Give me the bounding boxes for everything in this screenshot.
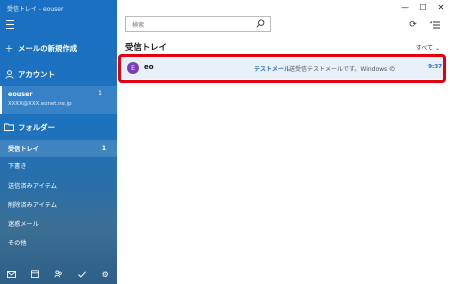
folder-more[interactable]: その他	[0, 234, 117, 251]
sync-icon[interactable]: ⟳	[406, 18, 420, 32]
folder-drafts[interactable]: 下書き	[0, 157, 117, 174]
hamburger-menu-icon[interactable]	[6, 20, 18, 30]
folder-label: 受信トレイ	[8, 146, 39, 153]
account-item[interactable]: eouser 1 XXXX@XXX.eonet.ne.jp	[0, 86, 117, 114]
folders-label: フォルダー	[18, 122, 55, 132]
accounts-label: アカウント	[18, 69, 55, 79]
folders-header[interactable]: フォルダー	[0, 120, 117, 134]
folder-label: 送信済みアイテム	[8, 183, 57, 190]
people-icon[interactable]	[52, 268, 64, 280]
window-controls: — ☐ ✕	[396, 0, 450, 14]
account-unread-count: 1	[98, 90, 102, 97]
folder-count: 1	[101, 145, 106, 152]
folder-label: 迷惑メール	[8, 221, 39, 228]
folder-label: その他	[8, 240, 27, 247]
account-email: XXXX@XXX.eonet.ne.jp	[8, 101, 72, 107]
folder-junk[interactable]: 迷惑メール	[0, 215, 117, 232]
close-icon[interactable]: ✕	[432, 0, 450, 14]
window-title: 受信トレイ - eouser	[7, 6, 64, 13]
filter-dropdown[interactable]: すべて ⌄	[416, 43, 440, 52]
accounts-header[interactable]: アカウント	[0, 67, 117, 81]
calendar-icon[interactable]	[29, 268, 41, 280]
new-mail-button[interactable]: ＋ メールの新規作成	[0, 41, 117, 55]
todo-icon[interactable]	[76, 268, 88, 280]
folder-title: 受信トレイ	[125, 42, 167, 52]
app-switcher: ⚙	[0, 264, 117, 284]
new-mail-label: メールの新規作成	[18, 43, 78, 53]
chevron-down-icon: ⌄	[434, 45, 440, 52]
selection-indicator	[0, 86, 2, 114]
minimize-icon[interactable]: —	[396, 0, 414, 14]
filter-label: すべて	[415, 45, 434, 52]
account-name: eouser	[8, 90, 33, 98]
search-placeholder: 検索	[132, 22, 145, 29]
settings-icon[interactable]: ⚙	[99, 268, 111, 280]
mail-icon[interactable]	[6, 268, 18, 280]
highlight-box	[118, 54, 446, 83]
folder-sent[interactable]: 送信済みアイテム	[0, 177, 117, 194]
filter-select-icon[interactable]	[428, 18, 442, 32]
search-icon[interactable]	[256, 19, 265, 30]
folder-icon	[0, 123, 18, 131]
person-icon	[0, 69, 18, 79]
folder-inbox[interactable]: 受信トレイ 1	[0, 140, 117, 157]
navigation-pane: 受信トレイ - eouser ＋ メールの新規作成 アカウント eouser 1…	[0, 0, 117, 284]
folder-label: 削除済みアイテム	[8, 202, 57, 209]
search-box[interactable]: 検索	[125, 16, 271, 32]
folder-label: 下書き	[8, 163, 27, 170]
folder-deleted[interactable]: 削除済みアイテム	[0, 196, 117, 213]
maximize-icon[interactable]: ☐	[414, 0, 432, 14]
plus-icon: ＋	[4, 44, 14, 55]
message-list-pane: — ☐ ✕ 検索 ⟳ 受信トレイ すべて ⌄ E eo テストメール 送受信テス…	[117, 0, 450, 284]
